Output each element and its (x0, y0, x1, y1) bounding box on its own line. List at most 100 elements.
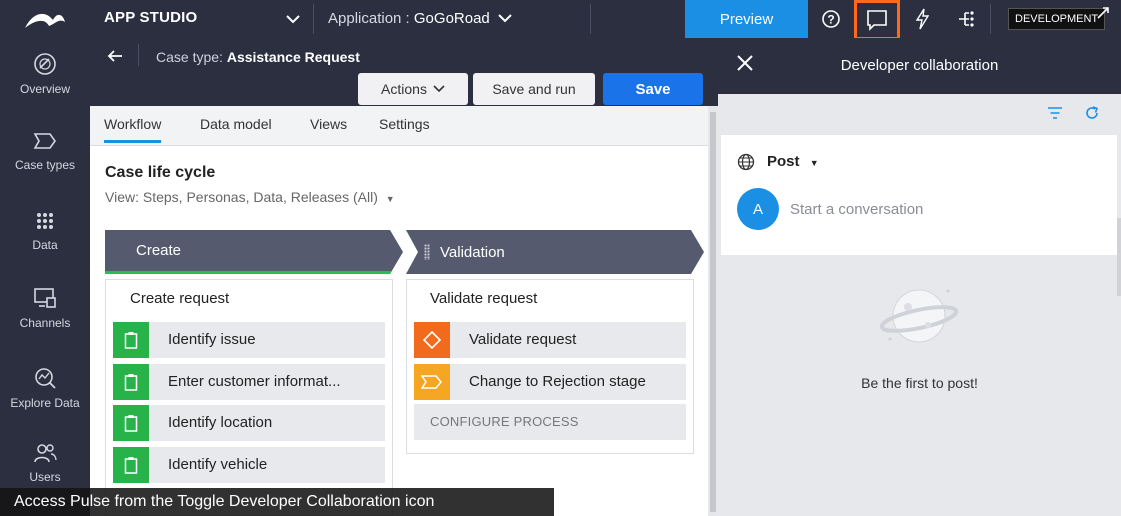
process-create-request: Create request Identify issue Enter cust… (105, 279, 393, 516)
case-type-label: Case type: (156, 49, 223, 65)
back-arrow-icon[interactable] (106, 48, 124, 69)
actions-button[interactable]: Actions (358, 73, 468, 105)
users-icon (34, 444, 57, 463)
list-item[interactable]: Validate request (414, 322, 686, 358)
nav-item-users[interactable]: Users (0, 442, 90, 484)
configure-process-button[interactable]: CONFIGURE PROCESS (414, 404, 686, 440)
application-selector[interactable]: Application : GoGoRoad (328, 10, 512, 27)
clipboard-icon (113, 364, 149, 400)
chevron-down-icon (433, 85, 445, 93)
application-label: Application : (328, 10, 410, 27)
decision-diamond-icon (414, 322, 450, 358)
list-item[interactable]: Identify vehicle (113, 447, 385, 483)
caret-down-icon: ▼ (809, 158, 819, 168)
workspace-scrollbar[interactable] (708, 106, 718, 516)
studio-switcher-chevron-icon[interactable] (284, 10, 302, 28)
workflow-workspace: Workflow Data model Views Settings Case … (90, 106, 708, 516)
panel-title: Developer collaboration (840, 57, 999, 74)
nav-item-explore-data[interactable]: Explore Data (0, 366, 90, 410)
step-label: Identify vehicle (168, 456, 268, 473)
nav-item-overview[interactable]: Overview (0, 52, 90, 96)
left-navigation: Overview Case types Data Channels Explor… (0, 38, 90, 516)
divider (138, 44, 139, 66)
step-label: Identify issue (168, 331, 256, 348)
empty-state-planet-icon (878, 281, 960, 356)
grid-dots-icon (37, 213, 53, 229)
view-filter-text: View: Steps, Personas, Data, Releases (A… (105, 189, 378, 205)
step-label: Enter customer informat... (168, 373, 341, 390)
app-name: APP STUDIO (104, 9, 198, 26)
stage-name: Create (136, 242, 182, 259)
help-icon[interactable]: ? (816, 0, 846, 38)
chevron-down-icon (498, 14, 512, 23)
empty-state-text: Be the first to post! (861, 375, 978, 391)
globe-icon (737, 153, 755, 176)
panel-edge-handle[interactable] (1117, 218, 1121, 296)
step-label: Validate request (469, 331, 577, 348)
list-item[interactable]: Change to Rejection stage (414, 364, 686, 400)
post-label: Post (767, 153, 800, 170)
toggle-developer-collaboration-button[interactable] (854, 0, 900, 40)
list-item[interactable]: Enter customer informat... (113, 364, 385, 400)
stage-name: Validation (440, 243, 505, 261)
process-validate-request: Validate request Validate request Change… (406, 279, 694, 454)
gauge-icon (34, 53, 56, 75)
case-type-title: Case type: Assistance Request (156, 49, 360, 65)
view-filter[interactable]: View: Steps, Personas, Data, Releases (A… (105, 189, 395, 205)
developer-collaboration-panel: Developer collaboration Post ▼ A Start a… (718, 38, 1121, 516)
nav-label: Case types (14, 158, 76, 172)
tab-bar: Workflow Data model Views Settings (90, 106, 708, 146)
nav-item-channels[interactable]: Channels (0, 286, 90, 330)
tab-settings[interactable]: Settings (379, 116, 430, 132)
logo-icon (25, 13, 65, 28)
nav-item-data[interactable]: Data (0, 210, 90, 252)
application-value: GoGoRoad (413, 10, 490, 27)
process-title[interactable]: Validate request (430, 290, 537, 307)
environment-badge[interactable]: DEVELOPMENT (1008, 8, 1106, 30)
pega-logo[interactable] (0, 0, 90, 38)
lightning-icon[interactable] (907, 0, 937, 38)
filter-icon[interactable] (1047, 106, 1063, 125)
stage-validation[interactable]: Validation (406, 230, 704, 274)
save-and-run-button[interactable]: Save and run (473, 73, 595, 105)
monitor-icon (34, 288, 56, 308)
scrollbar-thumb[interactable] (710, 112, 716, 512)
refresh-icon[interactable] (1084, 105, 1100, 126)
list-item[interactable]: Identify issue (113, 322, 385, 358)
divider (313, 4, 314, 34)
svg-text:?: ? (827, 13, 834, 27)
nav-label: Channels (19, 316, 71, 330)
caption-text: Access Pulse from the Toggle Developer C… (0, 488, 554, 516)
hierarchy-icon[interactable] (952, 0, 982, 38)
preview-button[interactable]: Preview (685, 0, 808, 38)
caret-down-icon: ▼ (385, 194, 395, 204)
save-button[interactable]: Save (603, 73, 703, 105)
avatar: A (737, 188, 779, 230)
list-item[interactable]: Identify location (113, 405, 385, 441)
step-label: Identify location (168, 414, 273, 431)
chat-bubble-icon (867, 10, 887, 31)
drag-handle-icon[interactable] (424, 244, 430, 260)
process-title[interactable]: Create request (130, 290, 229, 307)
panel-toolbar (718, 94, 1121, 134)
nav-label: Users (29, 470, 61, 484)
post-composer: Post ▼ A Start a conversation (721, 135, 1117, 255)
explore-chart-icon (35, 368, 56, 389)
expand-icon[interactable] (1096, 6, 1110, 25)
nav-label: Overview (19, 82, 70, 96)
tab-data-model[interactable]: Data model (200, 116, 272, 132)
case-type-header: Case type: Assistance Request Actions Sa… (90, 38, 718, 106)
case-type-value: Assistance Request (226, 49, 360, 65)
nav-label: Data (32, 238, 58, 252)
divider (990, 4, 991, 34)
panel-header: Developer collaboration (718, 38, 1121, 94)
nav-item-case-types[interactable]: Case types (0, 130, 90, 172)
divider (590, 4, 591, 34)
step-label: Change to Rejection stage (469, 373, 646, 390)
tab-workflow[interactable]: Workflow (104, 116, 162, 143)
top-bar: APP STUDIO Application : GoGoRoad Previe… (0, 0, 1121, 40)
post-visibility-selector[interactable]: Post ▼ (767, 153, 819, 170)
start-conversation-input[interactable]: Start a conversation (790, 201, 923, 218)
tab-views[interactable]: Views (310, 116, 347, 132)
stage-create[interactable]: Create (105, 230, 403, 274)
